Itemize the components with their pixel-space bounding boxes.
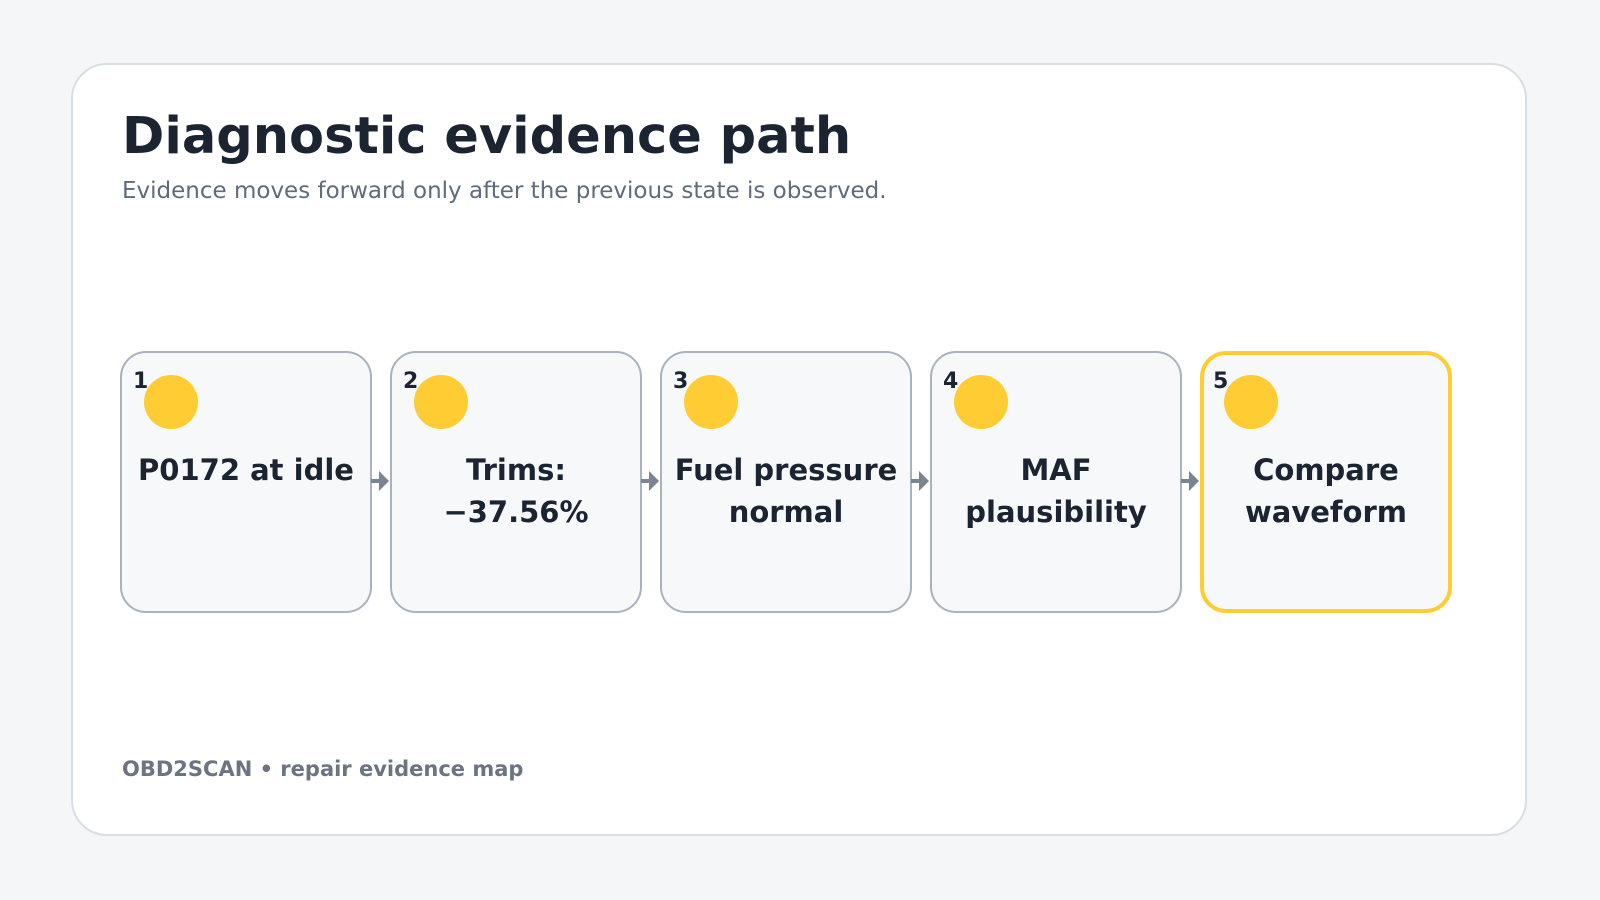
- step-3: 3 Fuel pressure normal: [660, 351, 912, 613]
- arrow-right-icon: [371, 471, 389, 491]
- diagram-card: Diagnostic evidence path Evidence moves …: [71, 63, 1527, 836]
- step-badge: 4: [943, 369, 1008, 429]
- arrow-right-icon: [1181, 471, 1199, 491]
- step-number: 4: [943, 369, 959, 394]
- step-label: Trims: −37.56%: [443, 453, 589, 529]
- page-title: Diagnostic evidence path: [122, 107, 852, 166]
- step-number: 1: [133, 369, 149, 394]
- step-badge: 1: [133, 369, 198, 429]
- step-4: 4 MAF plausibility: [930, 351, 1182, 613]
- step-2: 2 Trims: −37.56%: [390, 351, 642, 613]
- step-number: 5: [1213, 369, 1229, 394]
- step-label: Compare waveform: [1245, 453, 1407, 529]
- arrow-right-icon: [641, 471, 659, 491]
- step-badge: 3: [673, 369, 738, 429]
- step-badge: 2: [403, 369, 468, 429]
- step-label: P0172 at idle: [138, 453, 354, 487]
- step-5: 5 Compare waveform: [1200, 351, 1452, 613]
- step-1: 1 P0172 at idle: [120, 351, 372, 613]
- footer-caption: OBD2SCAN • repair evidence map: [122, 757, 524, 781]
- step-badge: 5: [1213, 369, 1278, 429]
- step-number: 2: [403, 369, 419, 394]
- page-subtitle: Evidence moves forward only after the pr…: [122, 178, 887, 204]
- step-label: MAF plausibility: [965, 453, 1147, 529]
- step-label: Fuel pressure normal: [674, 453, 898, 529]
- step-number: 3: [673, 369, 689, 394]
- arrow-right-icon: [911, 471, 929, 491]
